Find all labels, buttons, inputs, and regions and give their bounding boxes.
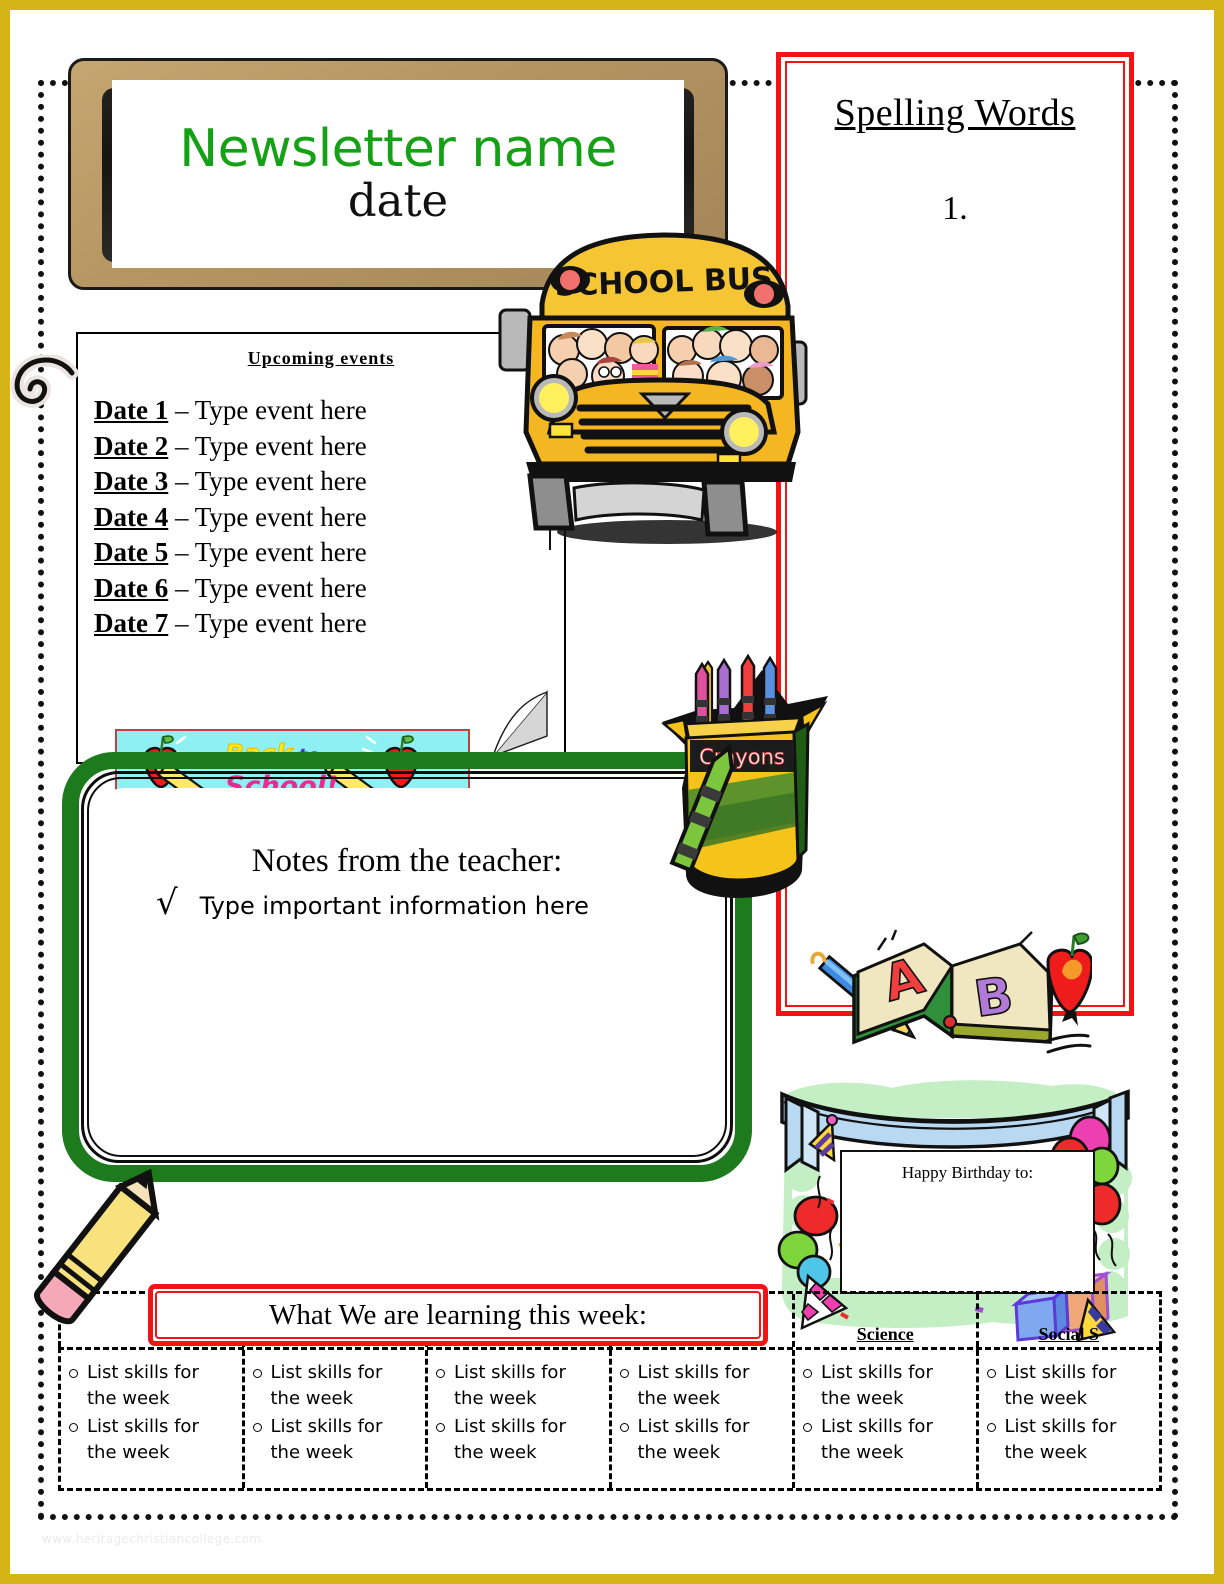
skill-list-item[interactable]: List skills for the week: [252, 1414, 420, 1466]
event-separator: –: [168, 430, 195, 461]
skill-list-item[interactable]: List skills for the week: [69, 1360, 236, 1412]
bullet-icon: [619, 1423, 629, 1432]
learning-banner-title: What We are learning this week:: [268, 1298, 647, 1331]
skills-column-header[interactable]: Social S: [979, 1294, 1160, 1347]
skill-text: List skills for the week: [821, 1362, 933, 1409]
spelling-words-list[interactable]: 1.: [787, 187, 1123, 231]
event-date-label: Date 6: [94, 572, 169, 603]
skill-text: List skills for the week: [454, 1416, 566, 1463]
checkmark-icon: √: [156, 883, 178, 923]
event-separator: –: [168, 572, 195, 603]
newsletter-date-field[interactable]: date: [348, 177, 448, 225]
skill-list-item[interactable]: List skills for the week: [69, 1414, 236, 1466]
skills-body-row: List skills for the week List skills for …: [58, 1347, 1162, 1491]
skill-text: List skills for the week: [270, 1362, 383, 1409]
skills-column-cell[interactable]: List skills for the week List skills for …: [795, 1350, 979, 1488]
pencil-icon: [34, 1168, 160, 1325]
skill-text: List skills for the week: [454, 1362, 566, 1409]
crayon-box-icon: Crayons: [661, 653, 828, 898]
skill-list-item[interactable]: List skills for the week: [436, 1360, 603, 1412]
bullet-icon: [619, 1369, 629, 1378]
bullet-icon: [252, 1423, 262, 1432]
skill-text: List skills for the week: [637, 1416, 750, 1463]
skill-list-item[interactable]: List skills for the week: [436, 1414, 603, 1466]
notes-content-area[interactable]: Notes from the teacher: √ Type important…: [98, 788, 716, 1146]
svg-text:B: B: [971, 966, 1017, 1029]
skill-list-item[interactable]: List skills for the week: [252, 1360, 420, 1412]
skill-text: List skills for the week: [87, 1362, 199, 1409]
skills-column-cell[interactable]: List skills for the week List skills for …: [979, 1350, 1160, 1488]
event-separator: –: [168, 608, 195, 638]
skill-text: List skills for the week: [1004, 1416, 1117, 1463]
event-separator: –: [168, 466, 195, 496]
happy-birthday-box[interactable]: Happy Birthday to:: [840, 1150, 1095, 1294]
event-date-label: Date 5: [94, 537, 169, 567]
event-description[interactable]: Type event here: [195, 395, 367, 425]
school-bus-icon: SCHOOL BUS 21: [498, 232, 808, 550]
skill-list-item[interactable]: List skills for the week: [619, 1414, 787, 1466]
skill-text: List skills for the week: [1004, 1362, 1117, 1409]
bullet-icon: [436, 1369, 445, 1378]
skills-column-cell[interactable]: List skills for the week List skills for …: [61, 1350, 245, 1488]
event-row[interactable]: Date 6 – Type event here: [94, 571, 564, 607]
skill-text: List skills for the week: [87, 1416, 199, 1463]
skill-list-item[interactable]: List skills for the week: [803, 1414, 970, 1466]
notes-title: Notes from the teacher:: [251, 843, 563, 879]
frame-swirl-icon: [10, 355, 79, 408]
skills-column-header[interactable]: Science: [795, 1294, 979, 1347]
event-separator: –: [168, 537, 195, 567]
learning-this-week-banner: What We are learning this week:: [148, 1284, 768, 1346]
bullet-icon: [803, 1369, 812, 1378]
event-date-label: Date 2: [94, 430, 169, 461]
bullet-icon: [986, 1369, 996, 1378]
skills-column-cell[interactable]: List skills for the week List skills for …: [245, 1350, 428, 1488]
skills-column-cell[interactable]: List skills for the week List skills for …: [428, 1350, 612, 1488]
event-description[interactable]: Type event here: [195, 573, 367, 603]
event-separator: –: [168, 501, 195, 532]
footer-watermark: www.heritagechristiancollege.com: [42, 1532, 262, 1546]
event-date-label: Date 4: [94, 501, 169, 532]
event-description[interactable]: Type event here: [195, 502, 367, 532]
event-description[interactable]: Type event here: [195, 466, 367, 496]
event-date-label: Date 1: [94, 395, 169, 425]
spelling-words-title: Spelling Words: [834, 92, 1076, 134]
spelling-word-item[interactable]: 1.: [787, 187, 1123, 231]
bullet-icon: [252, 1369, 262, 1378]
skill-text: List skills for the week: [637, 1362, 750, 1409]
bullet-icon: [803, 1423, 812, 1432]
skills-column-cell[interactable]: List skills for the week List skills for …: [612, 1350, 795, 1488]
event-row[interactable]: Date 7 – Type event here: [94, 606, 564, 642]
skill-text: List skills for the week: [821, 1416, 933, 1463]
bullet-icon: [69, 1369, 78, 1378]
bullet-icon: [436, 1423, 445, 1432]
notes-placeholder-text[interactable]: Type important information here: [200, 892, 589, 920]
notes-body: √ Type important information here: [98, 886, 716, 920]
event-date-label: Date 3: [94, 466, 169, 496]
event-description[interactable]: Type event here: [195, 537, 367, 567]
skills-column-header-label: Science: [856, 1324, 914, 1344]
bullet-icon: [69, 1423, 78, 1432]
skill-list-item[interactable]: List skills for the week: [803, 1360, 970, 1412]
skill-text: List skills for the week: [270, 1416, 383, 1463]
event-separator: –: [168, 395, 195, 425]
event-description[interactable]: Type event here: [195, 431, 367, 461]
event-description[interactable]: Type event here: [195, 608, 367, 638]
skill-list-item[interactable]: List skills for the week: [986, 1360, 1154, 1412]
happy-birthday-label: Happy Birthday to:: [901, 1163, 1034, 1182]
abc-book-icon: A B: [810, 929, 1092, 1054]
event-date-label: Date 7: [94, 608, 169, 638]
skills-column-header-label: Social S: [1038, 1324, 1099, 1344]
bullet-icon: [986, 1423, 996, 1432]
skill-list-item[interactable]: List skills for the week: [986, 1414, 1154, 1466]
skill-list-item[interactable]: List skills for the week: [619, 1360, 787, 1412]
learning-banner-inner: What We are learning this week:: [155, 1291, 761, 1339]
newsletter-name-field[interactable]: Newsletter name: [179, 123, 617, 175]
